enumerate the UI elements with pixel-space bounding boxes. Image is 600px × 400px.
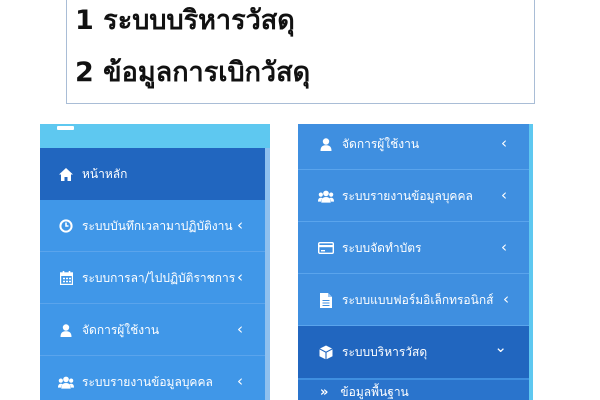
chevron-left-icon: ‹ [237, 372, 243, 390]
sidebar-item-time-record[interactable]: ระบบบันทึกเวลามาปฏิบัติงาน ‹ [40, 200, 265, 252]
sidebar-item-user-management[interactable]: จัดการผู้ใช้งาน ‹ [298, 124, 529, 170]
users-icon [58, 374, 74, 390]
sidebar-item-label: ระบบบริหารวัสดุ [342, 344, 428, 359]
sidebar-header-bar [40, 124, 270, 148]
sidebar-item-label: จัดการผู้ใช้งาน [82, 322, 160, 337]
menu-toggle-icon[interactable] [57, 126, 74, 130]
double-chevron-right-icon: » [320, 384, 329, 400]
chevron-left-icon: ‹ [237, 268, 243, 286]
sidebar-item-card-system[interactable]: ระบบจัดทำบัตร ‹ [298, 222, 529, 274]
sidebar-item-home[interactable]: หน้าหลัก [40, 148, 265, 200]
sidebar-item-label: หน้าหลัก [82, 166, 128, 181]
chevron-left-icon: ‹ [501, 238, 507, 256]
user-icon [58, 322, 74, 338]
sidebar-item-e-forms[interactable]: ระบบแบบฟอร์มอิเล็กทรอนิกส์ ‹ [298, 274, 529, 326]
chevron-left-icon: ‹ [503, 290, 509, 308]
screenshot-stage: 1 ระบบบริหารวัสดุ 2 ข้อมูลการเบิกวัสดุ ห… [0, 0, 600, 400]
sidebar-item-leave[interactable]: ระบบการลา/ไปปฏิบัติราชการ ‹ [40, 252, 265, 304]
sidebar-edge [529, 124, 533, 400]
sidebar-item-personnel-report[interactable]: ระบบรายงานข้อมูลบุคคล ‹ [298, 170, 529, 222]
chevron-left-icon: ‹ [237, 320, 243, 338]
instruction-line-1: 1 ระบบบริหารวัสดุ [75, 5, 295, 36]
file-icon [318, 292, 334, 308]
instruction-box: 1 ระบบบริหารวัสดุ 2 ข้อมูลการเบิกวัสดุ [66, 0, 535, 104]
sidebar-scrollbar[interactable] [265, 148, 270, 400]
sidebar-item-personnel-report[interactable]: ระบบรายงานข้อมูลบุคคล ‹ [40, 356, 265, 400]
right-sidebar: จัดการผู้ใช้งาน ‹ ระบบรายงานข้อมูลบุคคล … [298, 124, 533, 400]
left-sidebar: หน้าหลัก ระบบบันทึกเวลามาปฏิบัติงาน ‹ ระ… [40, 124, 270, 400]
submenu-item-label: ข้อมูลพื้นฐาน [340, 384, 409, 399]
credit-card-icon [318, 240, 334, 256]
submenu-item-basic-data[interactable]: » ข้อมูลพื้นฐาน [298, 380, 529, 400]
calendar-icon [58, 270, 74, 286]
user-icon [318, 136, 334, 152]
chevron-left-icon: ‹ [501, 134, 507, 152]
home-icon [58, 166, 74, 182]
users-icon [318, 188, 334, 204]
sidebar-item-label: ระบบรายงานข้อมูลบุคคล [342, 188, 473, 203]
cube-icon [318, 344, 334, 360]
sidebar-item-label: จัดการผู้ใช้งาน [342, 136, 420, 151]
sidebar-item-label: ระบบบันทึกเวลามาปฏิบัติงาน [82, 218, 233, 233]
sidebar-item-label: ระบบรายงานข้อมูลบุคคล [82, 374, 213, 389]
chevron-left-icon: ‹ [237, 216, 243, 234]
clock-icon [58, 218, 74, 234]
chevron-down-icon: ⌄ [494, 338, 507, 356]
sidebar-item-supplies-management[interactable]: ระบบบริหารวัสดุ ⌄ [298, 326, 529, 378]
instruction-line-2: 2 ข้อมูลการเบิกวัสดุ [75, 57, 311, 88]
sidebar-item-label: ระบบการลา/ไปปฏิบัติราชการ [82, 270, 236, 285]
sidebar-item-label: ระบบแบบฟอร์มอิเล็กทรอนิกส์ [342, 292, 494, 307]
sidebar-item-label: ระบบจัดทำบัตร [342, 240, 422, 255]
sidebar-item-user-management[interactable]: จัดการผู้ใช้งาน ‹ [40, 304, 265, 356]
chevron-left-icon: ‹ [501, 186, 507, 204]
